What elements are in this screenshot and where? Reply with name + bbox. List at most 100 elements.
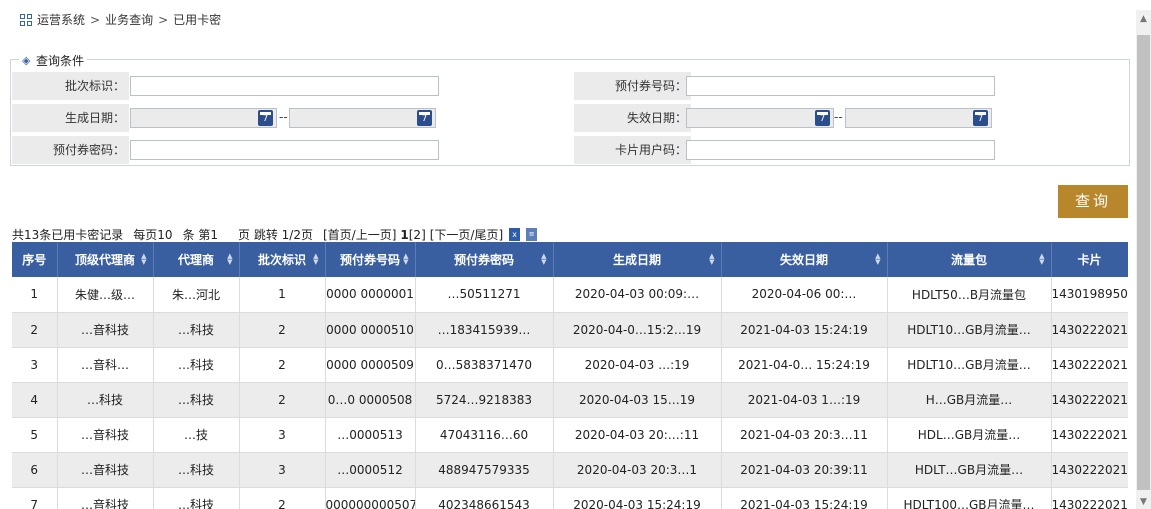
scroll-up-arrow-icon[interactable]: ▲	[1136, 12, 1151, 26]
table-row[interactable]: 2 …音科技 …科技 2 0000 0000510 …183415939… 2020-04-…	[12, 312, 1128, 348]
table-cell: 14302220213	[1051, 417, 1128, 453]
table-cell: 14302220213	[1051, 382, 1128, 418]
column-header-batch[interactable]: 批次标识 ▲ ▼	[239, 242, 326, 277]
create-date-from-field[interactable]: 7	[130, 108, 277, 128]
vertical-scrollbar[interactable]: ▲ ▼	[1136, 10, 1151, 509]
table-cell: …音科…	[57, 347, 154, 383]
table-row[interactable]: 7 …音科技 …科技 2 000000000507 402348661543 2020-04…	[12, 487, 1128, 509]
voucher-password-input[interactable]	[130, 140, 439, 160]
table-cell: HDLT100…GB月流量…	[887, 487, 1052, 509]
excel-export-icon[interactable]: x	[509, 228, 521, 241]
table-cell: …科技	[153, 452, 240, 488]
table-cell: …音科技	[57, 417, 154, 453]
table-cell: …科技	[153, 382, 240, 418]
create-date-to-field[interactable]: 7	[289, 108, 436, 128]
table-cell: 2020-04-03 …:19	[553, 347, 722, 383]
sort-icon: ▲ ▼	[709, 252, 715, 266]
table-cell: 2021-04-03 20:39:11	[721, 452, 888, 488]
calendar-icon[interactable]: 7	[815, 110, 830, 126]
grid-icon	[20, 13, 32, 26]
breadcrumb-item-current: 已用卡密	[173, 13, 222, 27]
voucher-number-input[interactable]	[686, 76, 995, 96]
layers-icon: ◈	[22, 54, 31, 67]
table-cell: …科技	[153, 487, 240, 509]
sort-icon: ▲ ▼	[541, 252, 547, 266]
table-cell: 5724…9218383	[415, 382, 554, 418]
table-cell: …183415939…	[415, 312, 554, 348]
expire-date-from-field[interactable]: 7	[686, 108, 834, 128]
next-last-link[interactable]: [下一页/尾页]	[430, 226, 503, 243]
table-cell: 2	[12, 312, 58, 348]
calendar-icon[interactable]: 7	[417, 110, 432, 126]
batch-label: 批次标识：	[12, 72, 129, 100]
table-cell: 14302220214	[1051, 312, 1128, 348]
table-cell: 5	[12, 417, 58, 453]
table-cell: 2	[239, 347, 326, 383]
breadcrumb-separator: >	[90, 12, 101, 27]
column-header-index[interactable]: 序号	[12, 242, 58, 277]
results-table: 序号 顶级代理商 ▲ ▼ 代理商 ▲ ▼ 批次标识 ▲ ▼ 预付券号码 ▲ ▼ 预付券密码 ▲ ▼ …	[12, 242, 1128, 509]
table-cell: 2020-04-06 00:…	[721, 277, 888, 313]
query-row-3: 预付券密码： 卡片用户码：	[12, 136, 1128, 164]
column-header-package[interactable]: 流量包 ▲ ▼	[887, 242, 1052, 277]
sort-icon: ▲ ▼	[403, 252, 409, 266]
goto-page-label: 条 第1	[182, 228, 219, 242]
table-cell: 1	[12, 277, 58, 313]
table-row[interactable]: 3 …音科… …科技 2 0000 0000509 0…5838371470 2020-04…	[12, 347, 1128, 383]
date-range-dash: --	[279, 110, 288, 124]
calendar-icon[interactable]: 7	[973, 110, 988, 126]
table-cell: 3	[239, 417, 326, 453]
batch-input[interactable]	[130, 76, 439, 96]
expire-date-to-field[interactable]: 7	[845, 108, 992, 128]
breadcrumb-item-system[interactable]: 运营系统	[37, 11, 85, 28]
column-header-expire-date[interactable]: 失效日期 ▲ ▼	[721, 242, 888, 277]
sort-icon: ▲ ▼	[227, 252, 233, 266]
table-header: 序号 顶级代理商 ▲ ▼ 代理商 ▲ ▼ 批次标识 ▲ ▼ 预付券号码 ▲ ▼ 预付券密码 ▲ ▼ …	[12, 242, 1128, 277]
table-row[interactable]: 1 朱健…级… 朱…河北 1 0000 0000001 …50511271 2020-04-…	[12, 277, 1128, 313]
table-cell: 2021-04-0… 15:24:19	[721, 347, 888, 383]
document-export-icon[interactable]: ≡	[526, 228, 538, 241]
column-header-agent[interactable]: 代理商 ▲ ▼	[153, 242, 240, 277]
breadcrumb-item-query[interactable]: 业务查询	[105, 11, 153, 28]
table-cell: …科技	[153, 347, 240, 383]
table-cell: 1	[239, 277, 326, 313]
table-cell: 14302220215	[1051, 487, 1128, 509]
table-row[interactable]: 4 …科技 …科技 2 0…0 0000508 5724…9218383 2020-04-0…	[12, 382, 1128, 418]
table-cell: HDLT50…B月流量包	[887, 277, 1052, 313]
table-cell: …0000512	[325, 452, 416, 488]
query-panel: ◈ 查询条件 批次标识： 预付券号码： 生成日期： 7 -- 7 失效日期： 7…	[10, 52, 1130, 166]
date-range-dash: --	[834, 110, 843, 124]
table-row[interactable]: 6 …音科技 …科技 3 …0000512 488947579335 2020-04-03 …	[12, 452, 1128, 488]
table-cell: 2021-04-03 15:24:19	[721, 487, 888, 509]
jump-page-label: 页 跳转 1/2页	[238, 228, 313, 242]
table-cell: H…GB月流量…	[887, 382, 1052, 418]
page-2-link[interactable]: [2]	[409, 228, 426, 242]
table-cell: 7	[12, 487, 58, 509]
table-cell: 朱…河北	[153, 277, 240, 313]
table-row[interactable]: 5 …音科技 …技 3 …0000513 47043116…60 2020-04-03 20…	[12, 417, 1128, 453]
table-cell: …音科技	[57, 487, 154, 509]
table-cell: …0000513	[325, 417, 416, 453]
table-cell: 2020-04-03 00:09:…	[553, 277, 722, 313]
table-cell: 2020-04-03 20:3…1	[553, 452, 722, 488]
scroll-down-arrow-icon[interactable]: ▼	[1136, 495, 1151, 509]
sort-icon: ▲ ▼	[875, 252, 881, 266]
table-cell: 2	[239, 382, 326, 418]
card-user-code-input[interactable]	[686, 140, 995, 160]
column-header-voucher-number[interactable]: 预付券号码 ▲ ▼	[325, 242, 416, 277]
voucher-password-label: 预付券密码：	[12, 136, 129, 164]
column-header-voucher-password[interactable]: 预付券密码 ▲ ▼	[415, 242, 554, 277]
search-button[interactable]: 查询	[1058, 185, 1128, 218]
column-header-top-agent[interactable]: 顶级代理商 ▲ ▼	[57, 242, 154, 277]
column-header-card[interactable]: 卡片	[1051, 242, 1128, 277]
column-header-create-date[interactable]: 生成日期 ▲ ▼	[553, 242, 722, 277]
calendar-icon[interactable]: 7	[258, 110, 273, 126]
card-user-code-label: 卡片用户码：	[574, 136, 691, 164]
scrollbar-thumb[interactable]	[1137, 35, 1150, 490]
first-prev-link[interactable]: [首页/上一页]	[323, 226, 396, 243]
table-body: 1 朱健…级… 朱…河北 1 0000 0000001 …50511271 2020-04-…	[12, 277, 1128, 509]
query-panel-title: 查询条件	[36, 54, 85, 68]
table-cell: 47043116…60	[415, 417, 554, 453]
table-cell: 2021-04-03 15:24:19	[721, 312, 888, 348]
current-page: 1	[400, 227, 409, 242]
